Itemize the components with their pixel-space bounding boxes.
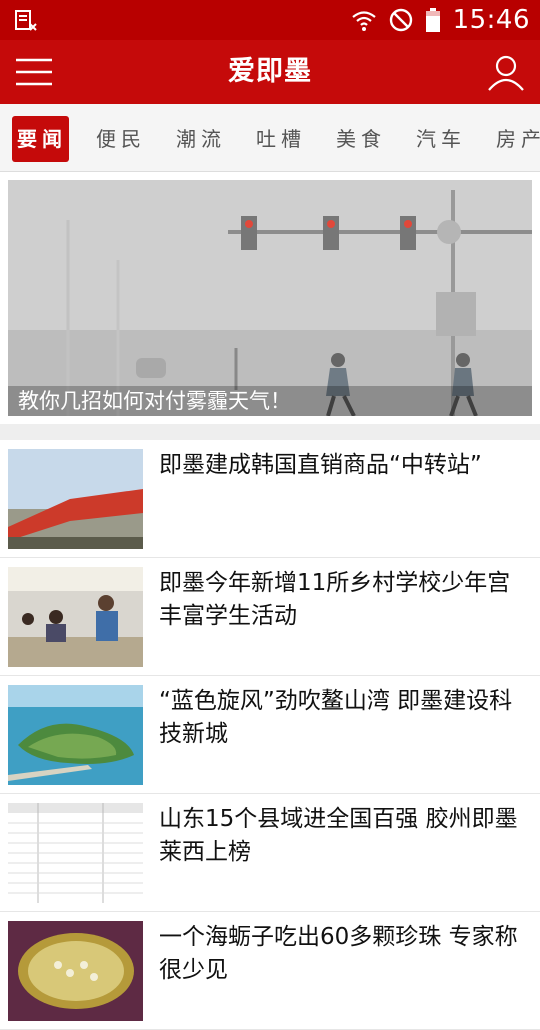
- news-title: 一个海蛎子吃出60多颗珍珠 专家称很少见: [159, 924, 518, 983]
- news-item[interactable]: 山东15个县域进全国百强 胶州即墨莱西上榜: [0, 794, 540, 912]
- tab-fangchan[interactable]: 房产: [496, 116, 540, 162]
- do-not-disturb-icon: [389, 8, 412, 32]
- news-item[interactable]: 即墨今年新增11所乡村学校少年宫 丰富学生活动: [0, 558, 540, 676]
- tab-meishi[interactable]: 美食: [336, 116, 386, 162]
- status-bar: 15:46: [0, 0, 540, 40]
- news-title: 山东15个县域进全国百强 胶州即墨莱西上榜: [159, 806, 518, 865]
- news-thumbnail: [8, 803, 143, 903]
- news-thumbnail: [8, 567, 143, 667]
- tab-qiche[interactable]: 汽车: [416, 116, 466, 162]
- section-divider: [0, 424, 540, 440]
- news-item[interactable]: “蓝色旋风”劲吹鳌山湾 即墨建设科技新城: [0, 676, 540, 794]
- news-thumbnail: [8, 685, 143, 785]
- featured-article[interactable]: 教你几招如何对付雾霾天气！: [8, 180, 532, 416]
- tab-yaowen[interactable]: 要闻: [12, 116, 69, 162]
- featured-caption: 教你几招如何对付雾霾天气！: [8, 386, 532, 416]
- news-thumbnail: [8, 921, 143, 1021]
- tab-tucao[interactable]: 吐槽: [256, 116, 306, 162]
- wifi-icon: [351, 11, 376, 31]
- battery-icon: [425, 8, 440, 32]
- news-thumbnail: [8, 449, 143, 549]
- news-item[interactable]: 即墨建成韩国直销商品“中转站”: [0, 440, 540, 558]
- category-tabs: 要闻 便民 潮流 吐槽 美食 汽车 房产: [0, 104, 540, 172]
- user-icon[interactable]: [486, 52, 526, 92]
- tab-bianmin[interactable]: 便民: [96, 116, 146, 162]
- featured-image: [8, 180, 532, 416]
- reading-mode-icon: [15, 10, 37, 31]
- news-title: 即墨建成韩国直销商品“中转站”: [159, 452, 482, 478]
- tab-chaoliu[interactable]: 潮流: [176, 116, 226, 162]
- app-bar: 爱即墨: [0, 40, 540, 104]
- news-list: 即墨建成韩国直销商品“中转站” 即墨今年新增11所乡村学校少年宫 丰富学生活动 …: [0, 440, 540, 1030]
- status-time: 15:46: [452, 5, 530, 35]
- news-item[interactable]: 一个海蛎子吃出60多颗珍珠 专家称很少见: [0, 912, 540, 1030]
- app-title: 爱即墨: [228, 56, 312, 87]
- news-title: “蓝色旋风”劲吹鳌山湾 即墨建设科技新城: [159, 688, 513, 747]
- news-title: 即墨今年新增11所乡村学校少年宫 丰富学生活动: [159, 570, 511, 629]
